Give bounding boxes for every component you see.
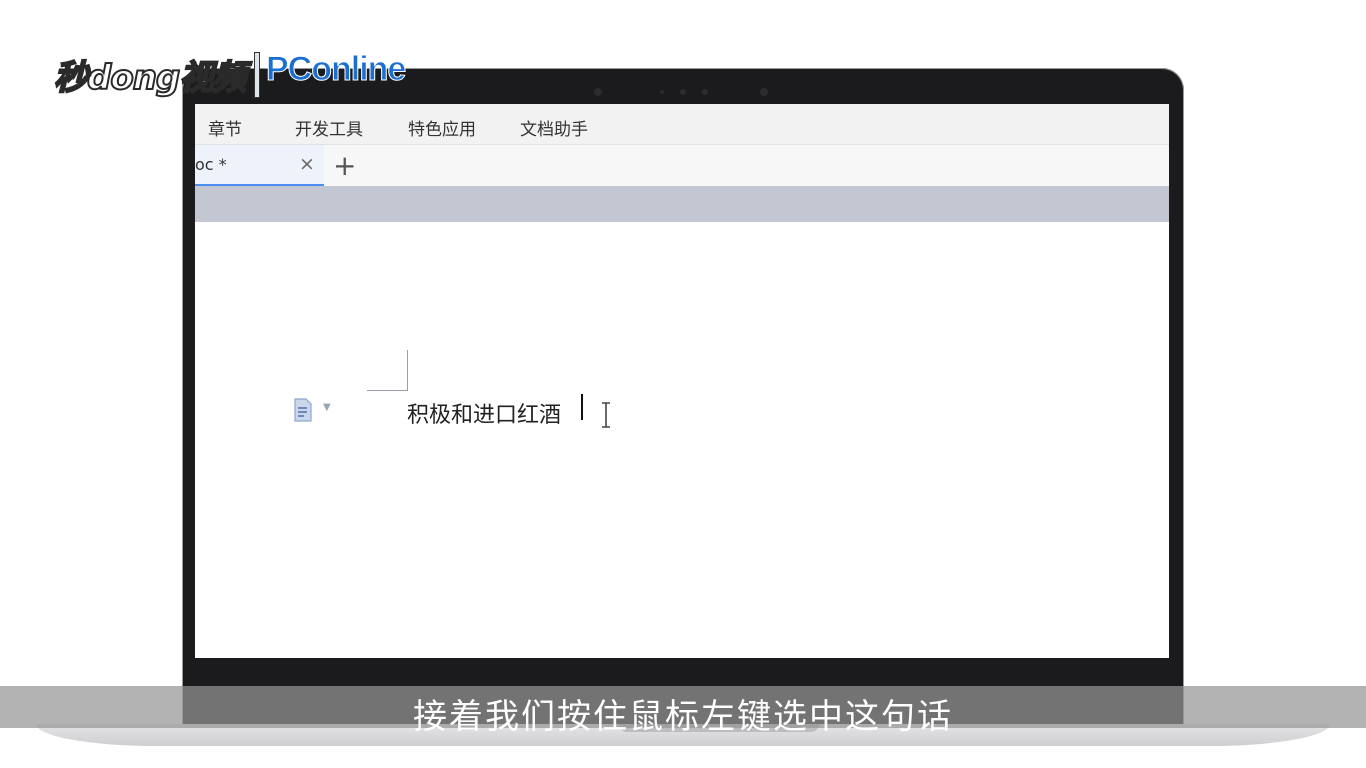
toolbar-strip	[195, 186, 1169, 222]
watermark-right-text: PConline	[265, 50, 406, 89]
plus-icon[interactable]: +	[333, 149, 356, 182]
camera-dot	[680, 89, 686, 95]
tab-bar: oc * × +	[195, 145, 1169, 186]
camera-dot	[660, 90, 664, 94]
document-tab-label: oc *	[195, 155, 227, 174]
menu-bar: 章节 开发工具 特色应用 文档助手	[195, 104, 1169, 145]
menu-item-special-apps[interactable]: 特色应用	[408, 115, 476, 140]
margin-marker	[367, 390, 408, 391]
document-text[interactable]: 积极和进口红酒	[407, 397, 561, 429]
watermark-separator	[254, 52, 260, 98]
subtitle-band: 接着我们按住鼠标左键选中这句话	[0, 686, 1366, 737]
menu-item-developer-tools[interactable]: 开发工具	[295, 115, 363, 140]
camera-dot	[594, 88, 602, 96]
app-window: 章节 开发工具 特色应用 文档助手 oc * × + ▼ 积极和进口红酒	[195, 104, 1169, 658]
margin-marker	[407, 350, 408, 390]
menu-item-doc-assistant[interactable]: 文档助手	[520, 115, 588, 140]
subtitle-text: 接着我们按住鼠标左键选中这句话	[413, 697, 953, 737]
document-tab[interactable]: oc * ×	[195, 145, 324, 186]
camera-dot	[702, 89, 708, 95]
close-icon[interactable]: ×	[299, 153, 315, 175]
chevron-down-icon[interactable]: ▼	[323, 402, 331, 413]
document-page[interactable]: ▼ 积极和进口红酒	[195, 222, 1169, 658]
text-caret	[581, 394, 583, 420]
document-icon[interactable]	[292, 398, 314, 426]
watermark-left-text: 秒dong视频	[53, 57, 247, 99]
camera-dot	[760, 88, 768, 96]
ibeam-cursor-icon	[600, 402, 612, 432]
menu-item-chapter[interactable]: 章节	[208, 115, 242, 140]
